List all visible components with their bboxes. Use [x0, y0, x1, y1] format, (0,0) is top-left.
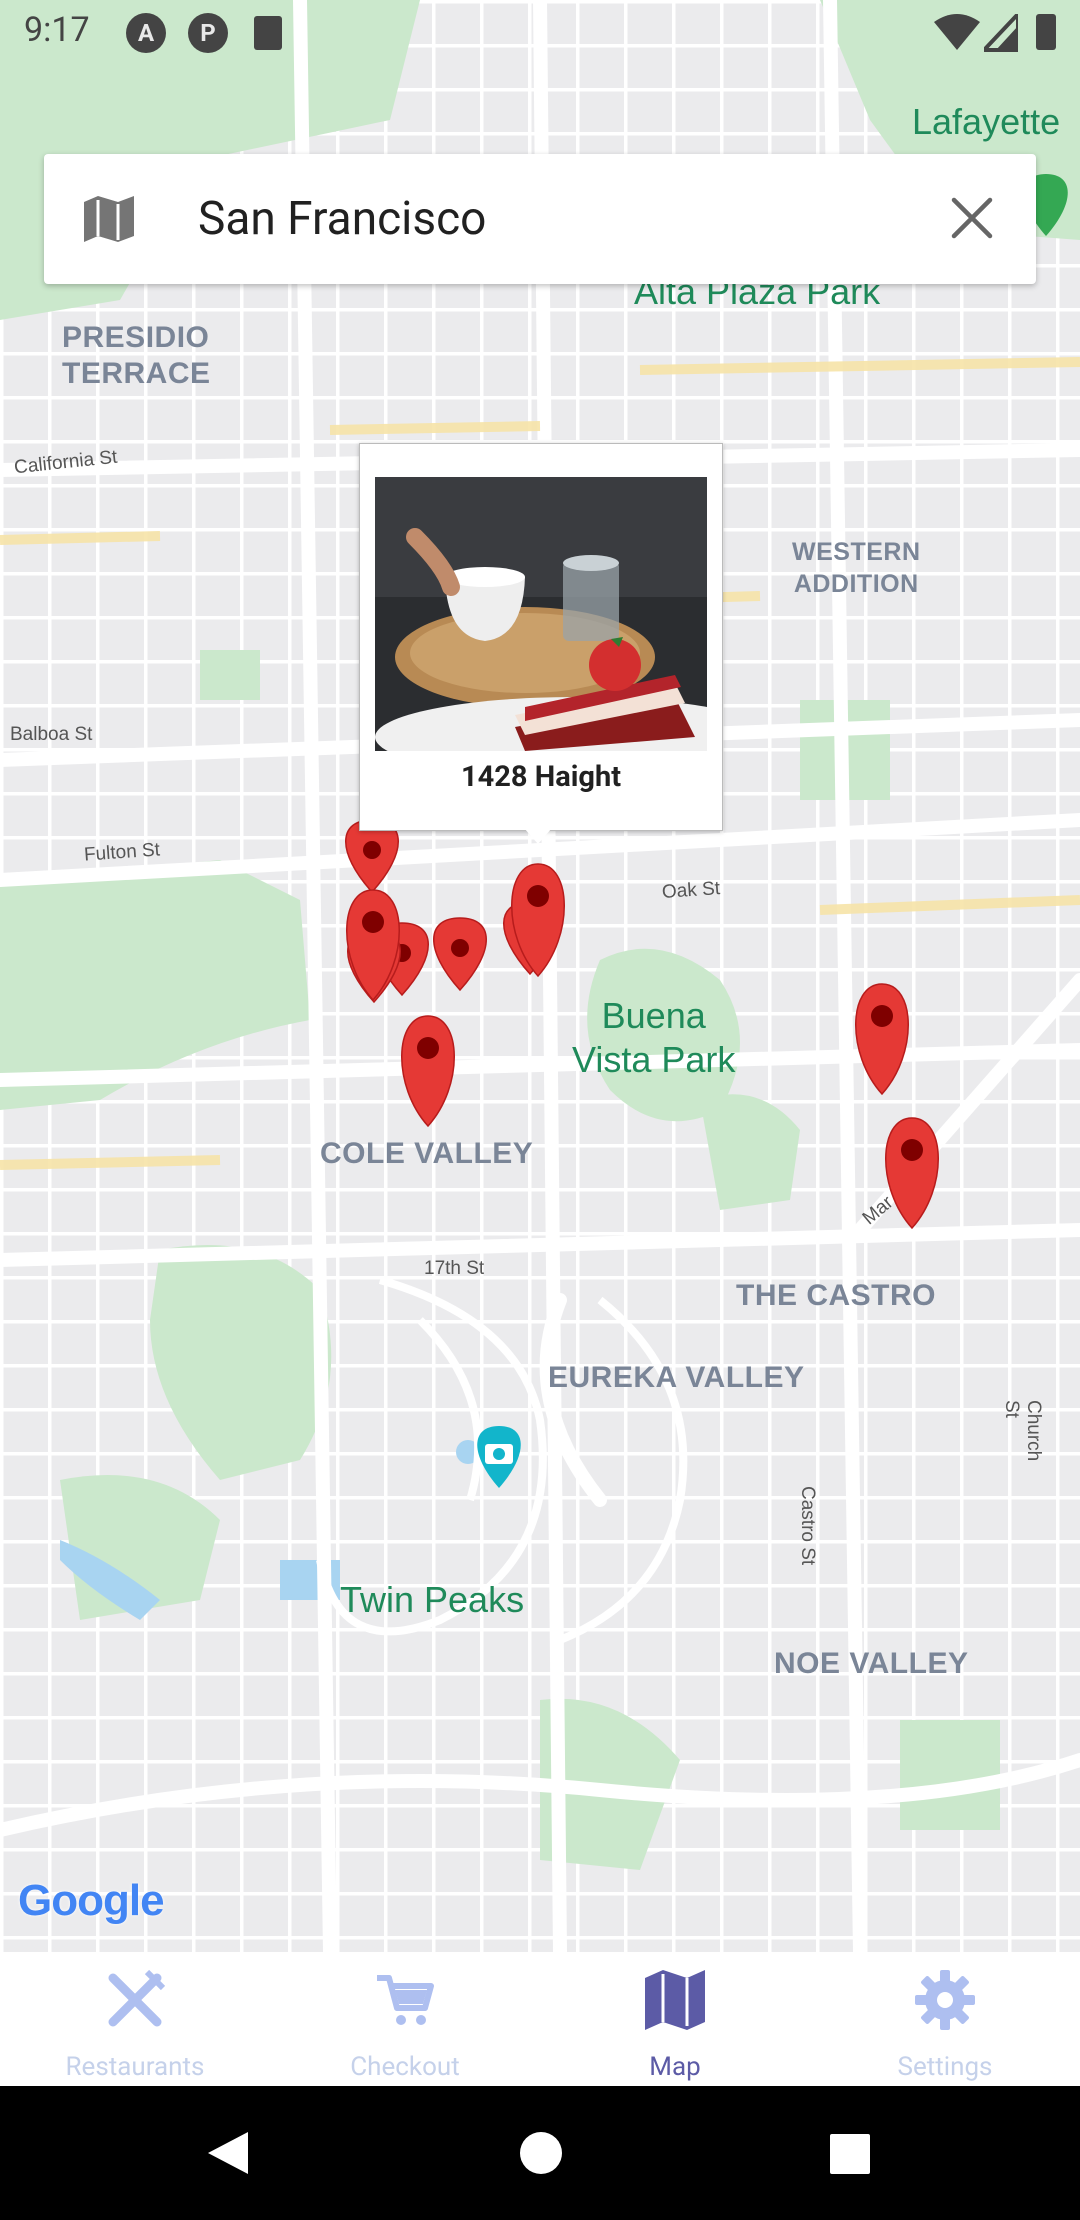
status-time: 9:17 [24, 10, 90, 50]
back-icon[interactable] [204, 2130, 250, 2176]
area-label-eureka-valley: EUREKA VALLEY [548, 1361, 805, 1394]
area-label-presidio-terrace: PRESIDIO TERRACE [62, 321, 211, 390]
signal-icon [984, 14, 1018, 52]
home-icon[interactable] [520, 2132, 562, 2174]
street-label-church: Church St [1001, 1400, 1044, 1462]
status-bar: 9:17 A P [0, 0, 1080, 66]
info-window-pointer [524, 828, 552, 844]
marker-info-title: 1428 Haight [460, 760, 622, 794]
park-label-lafayette: Lafayette [912, 101, 1061, 142]
area-label-the-castro: THE CASTRO [736, 1279, 936, 1312]
area-label-western-addition: WESTERN ADDITION [792, 538, 921, 598]
status-indicator-icon: A [126, 13, 166, 53]
map-view[interactable]: Lafayette Alta Plaza Park PRESIDIO TERRA… [0, 0, 1080, 1952]
nav-label-settings: Settings [897, 2052, 993, 2082]
nav-item-restaurants[interactable]: Restaurants [0, 1952, 270, 2086]
fork-knife-icon [108, 1969, 166, 2027]
gear-icon [915, 1970, 975, 2030]
nav-label-restaurants: Restaurants [65, 2052, 205, 2082]
restaurant-photo [375, 477, 707, 751]
nav-item-settings[interactable]: Settings [810, 1952, 1080, 2086]
system-navigation-bar [0, 2086, 1080, 2220]
park-label-twin-peaks: Twin Peaks [340, 1579, 525, 1620]
nav-label-map: Map [649, 2052, 701, 2082]
map-icon [645, 1970, 705, 2030]
google-logo: Google [18, 1876, 165, 1925]
nav-item-checkout[interactable]: Checkout [270, 1952, 540, 2086]
bottom-navigation: Restaurants Checkout Map Settings [0, 1952, 1080, 2086]
map-icon [84, 196, 134, 242]
marker-info-window[interactable]: 1428 Haight [359, 443, 723, 831]
street-label-oak: Oak St [661, 878, 721, 904]
close-icon[interactable] [950, 196, 994, 240]
sd-card-icon [254, 16, 282, 50]
status-indicator-icon: P [188, 13, 228, 53]
recents-icon[interactable] [830, 2134, 870, 2174]
wifi-icon [934, 14, 980, 50]
street-label-17th: 17th St [424, 1258, 485, 1279]
street-label-balboa: Balboa St [10, 724, 93, 745]
search-input[interactable]: San Francisco [198, 192, 486, 246]
nav-item-map[interactable]: Map [540, 1952, 810, 2086]
nav-label-checkout: Checkout [350, 2052, 460, 2082]
area-label-cole-valley: COLE VALLEY [320, 1137, 534, 1170]
battery-icon [1036, 14, 1056, 50]
street-label-castro: Castro St [797, 1486, 818, 1566]
search-bar[interactable]: San Francisco [44, 154, 1036, 284]
cart-icon [377, 1975, 434, 2025]
park-label-buena-vista: Buena Vista Park [572, 995, 736, 1080]
area-label-noe-valley: NOE VALLEY [774, 1647, 969, 1680]
